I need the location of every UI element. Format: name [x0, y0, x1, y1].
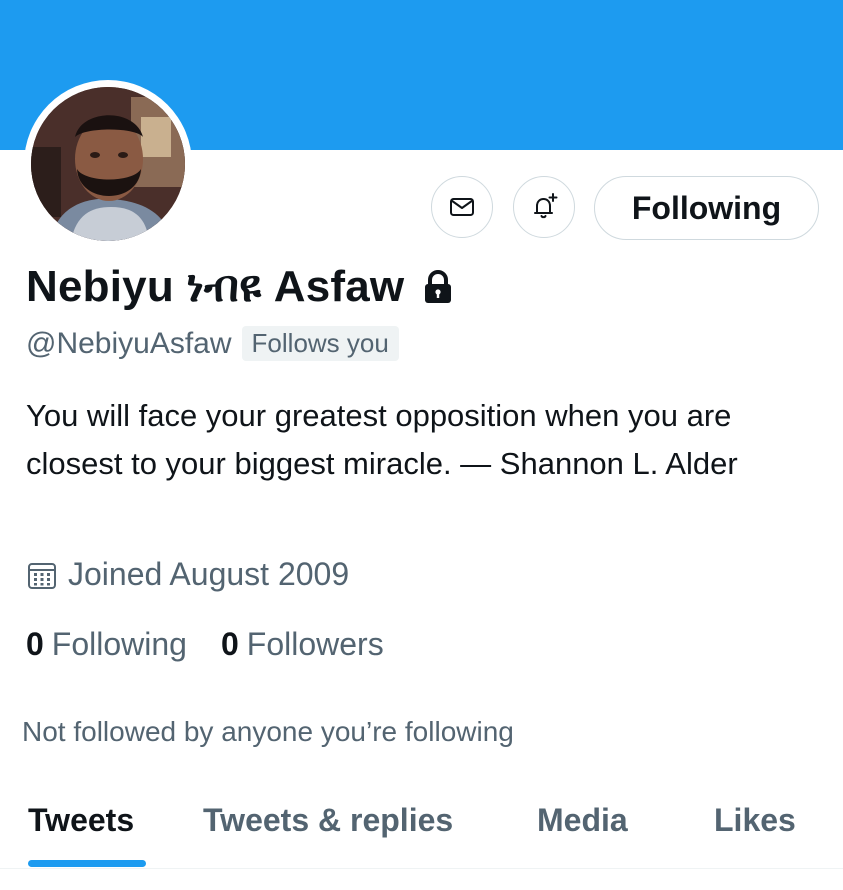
- active-tab-indicator: [28, 860, 146, 867]
- profile-tabs: Tweets Tweets & replies Media Likes: [0, 790, 843, 870]
- profile-page: Following Nebiyu ነብዩ Asfaw @NebiyuAsfaw …: [0, 0, 843, 890]
- profile-handle: @NebiyuAsfaw: [26, 326, 232, 360]
- mutual-followers-note: Not followed by anyone you’re following: [22, 716, 514, 747]
- follow-counts: 0 Following 0 Followers: [26, 626, 384, 663]
- following-count: 0: [26, 626, 44, 662]
- joined-row: Joined August 2009: [26, 556, 349, 593]
- joined-date: Joined August 2009: [68, 556, 350, 592]
- tab-likes[interactable]: Likes: [714, 802, 796, 839]
- following-count-label: Following: [51, 626, 187, 662]
- followers-count-link[interactable]: 0 Followers: [221, 626, 384, 663]
- display-name: Nebiyu ነብዩ Asfaw: [26, 262, 405, 311]
- profile-bio: You will face your greatest opposition w…: [26, 398, 738, 481]
- calendar-icon: [28, 562, 56, 589]
- followers-count-label: Followers: [246, 626, 384, 662]
- avatar-photo: [31, 87, 185, 241]
- notify-button[interactable]: [513, 176, 575, 238]
- following-button-label: Following: [631, 189, 782, 226]
- followers-count: 0: [220, 626, 239, 662]
- bell-plus-icon: [534, 193, 558, 219]
- tab-media[interactable]: Media: [537, 802, 628, 839]
- tab-tweets-and-replies[interactable]: Tweets & replies: [203, 802, 453, 839]
- follows-you-badge: Follows you: [241, 326, 399, 361]
- envelope-icon: [450, 198, 474, 216]
- lock-icon: [425, 269, 452, 303]
- tabs-divider: [0, 868, 843, 869]
- following-count-link[interactable]: 0 Following: [26, 626, 187, 663]
- tab-tweets[interactable]: Tweets: [28, 802, 134, 839]
- name-row: Nebiyu ነብዩ Asfaw: [26, 262, 458, 312]
- handle-row: @NebiyuAsfaw Follows you: [26, 326, 399, 361]
- following-button[interactable]: Following: [594, 176, 819, 240]
- avatar[interactable]: [31, 87, 185, 241]
- message-button[interactable]: [431, 176, 493, 238]
